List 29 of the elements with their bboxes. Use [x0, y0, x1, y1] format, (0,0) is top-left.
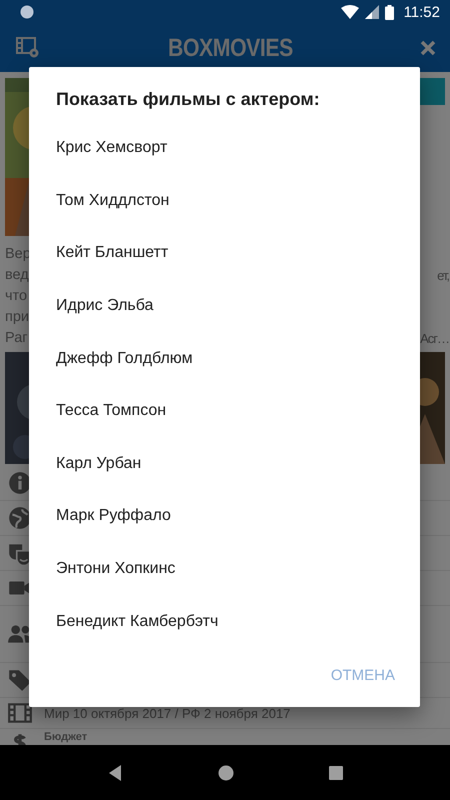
description-text: Раг: [5, 329, 28, 348]
actor-option[interactable]: Марк Руффало: [29, 490, 420, 543]
actor-option[interactable]: Карл Урбан: [29, 438, 420, 490]
actor-option[interactable]: Идрис Эльба: [29, 280, 420, 332]
battery-icon: [384, 4, 394, 20]
actor-option[interactable]: Бенедикт Камбербэтч: [29, 595, 420, 648]
back-icon[interactable]: [107, 764, 124, 782]
dialog-title: Показать фильмы с актером:: [55, 88, 321, 111]
description-text: вед: [5, 266, 29, 285]
actor-option[interactable]: Кейт Бланшетт: [29, 227, 420, 280]
actor-option[interactable]: Том Хиддлстон: [29, 174, 420, 228]
wifi-icon: [340, 5, 359, 19]
actor-option[interactable]: Джефф Голдблюм: [29, 332, 420, 385]
actor-option[interactable]: Энтони Хопкинс: [29, 542, 420, 596]
film-settings-icon[interactable]: [16, 37, 40, 59]
recents-icon[interactable]: [328, 766, 343, 780]
description-text: Асг…: [420, 330, 449, 348]
notification-icon: [20, 5, 34, 19]
app-title: BOXMOVIES: [168, 34, 292, 62]
description-text: при: [5, 308, 30, 327]
description-text: ет,: [437, 267, 449, 285]
signal-icon: [364, 5, 379, 19]
field-label: Бюджет: [44, 731, 88, 744]
actor-option[interactable]: Крис Хемсворт: [29, 122, 420, 175]
description-text: что: [5, 287, 28, 306]
home-icon[interactable]: [218, 764, 234, 780]
actor-option[interactable]: Тесса Томпсон: [29, 384, 420, 438]
close-icon[interactable]: [420, 40, 436, 56]
clock-time: 11:52: [404, 4, 440, 20]
